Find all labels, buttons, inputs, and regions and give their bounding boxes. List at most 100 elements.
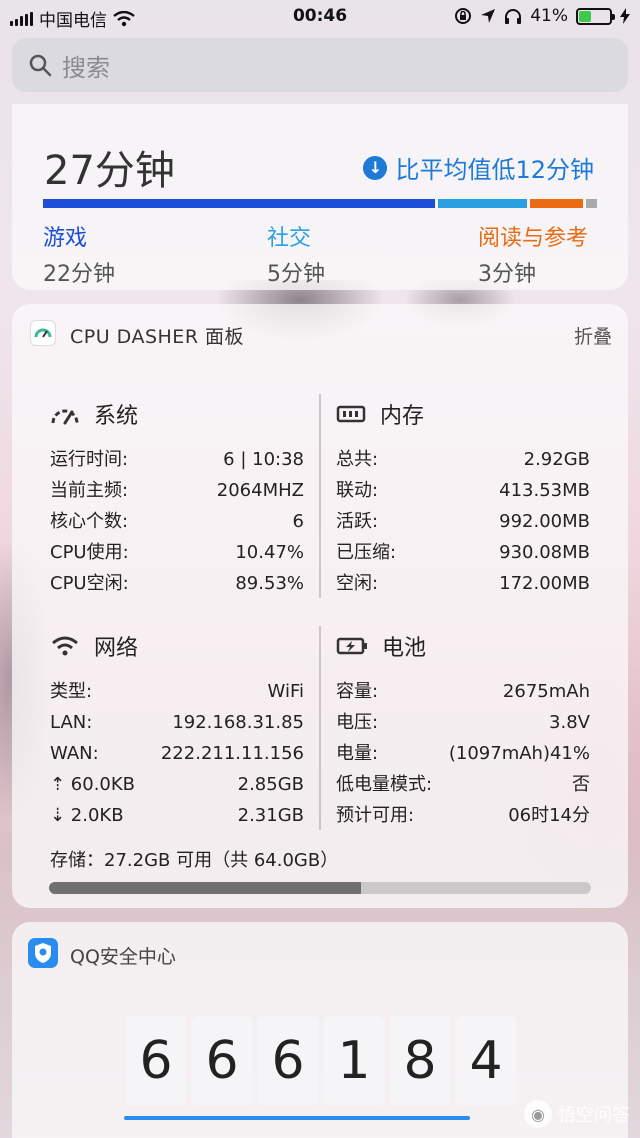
widget-header: CPU DASHER 面板 折叠 [12, 304, 628, 362]
memory-section-title: 内存 [336, 398, 424, 430]
verification-code: 6 6 6 1 8 4 [126, 1016, 516, 1106]
row-value: 2.85GB [237, 774, 304, 795]
row-value: (1097mAh)41% [448, 743, 590, 764]
row-key: 已压缩: [336, 542, 397, 563]
network-row: ⇡ 60.0KB 2.85GB [50, 769, 304, 800]
category-social: 社交 5分钟 [267, 220, 325, 288]
category-value: 22分钟 [43, 262, 115, 287]
watermark: ◉ 悟空问答 [524, 1100, 630, 1128]
battery-row: 电量: (1097mAh)41% [336, 738, 590, 769]
row-value: 89.53% [235, 573, 304, 594]
usage-bar-segment [437, 199, 527, 208]
wifi-icon [52, 636, 78, 656]
storage-used-fill [49, 882, 361, 894]
usage-bar-segment [586, 199, 597, 208]
row-key: ⇡ 60.0KB [50, 774, 136, 795]
row-value: 2.92GB [523, 449, 590, 470]
row-key: CPU空闲: [50, 573, 129, 594]
network-section-title: 网络 [50, 630, 138, 662]
row-key: 运行时间: [50, 449, 129, 470]
collapse-button[interactable]: 折叠 [574, 322, 612, 349]
wukong-logo-icon: ◉ [524, 1100, 552, 1128]
compare-label: 比平均值低12分钟 [395, 156, 594, 184]
row-key: 空闲: [336, 573, 379, 594]
storage-label: 存储：27.2GB 可用（共 64.0GB） [50, 850, 339, 871]
status-right: 41% [454, 6, 630, 26]
row-value: 930.08MB [499, 542, 590, 563]
memory-row: 总共: 2.92GB [336, 444, 590, 475]
row-value: 2.31GB [237, 805, 304, 826]
battery-row: 容量: 2675mAh [336, 676, 590, 707]
battery-list: 容量: 2675mAh 电压: 3.8V 电量: (1097mAh)41% 低电量模式… [336, 676, 590, 831]
row-value: 413.53MB [499, 480, 590, 501]
row-key: 当前主频: [50, 480, 129, 501]
category-games: 游戏 22分钟 [43, 220, 115, 288]
row-key: 电量: [336, 743, 379, 764]
network-row: ⇣ 2.0KB 2.31GB [50, 800, 304, 831]
system-section-title: 系统 [50, 398, 138, 430]
row-value: 06时14分 [508, 805, 590, 826]
screen-time-widget[interactable]: 27分钟 ↓ 比平均值低12分钟 游戏 22分钟 社交 5分钟 阅读与参考 3分… [12, 104, 628, 290]
code-digit: 6 [126, 1016, 186, 1106]
row-key: CPU使用: [50, 542, 129, 563]
network-row: LAN: 192.168.31.85 [50, 707, 304, 738]
row-key: 核心个数: [50, 511, 129, 532]
code-digit: 4 [456, 1016, 516, 1106]
code-digit: 8 [390, 1016, 450, 1106]
rotation-lock-icon [455, 8, 472, 24]
network-row: WAN: 222.211.11.156 [50, 738, 304, 769]
row-key: LAN: [50, 712, 93, 733]
category-name: 社交 [267, 226, 312, 251]
row-value: 6 [292, 511, 304, 532]
watermark-label: 悟空问答 [558, 1105, 630, 1126]
location-icon [481, 9, 496, 23]
row-value: 992.00MB [499, 511, 590, 532]
system-row: CPU空闲: 89.53% [50, 568, 304, 599]
category-reading: 阅读与参考 3分钟 [478, 220, 588, 288]
status-bar: 中国电信 00:46 41% [0, 0, 640, 34]
usage-bar-segment [43, 199, 435, 208]
row-key: 类型: [50, 681, 93, 702]
row-key: 活跃: [336, 511, 379, 532]
battery-section-title: 电池 [336, 630, 426, 662]
category-value: 3分钟 [478, 262, 536, 287]
network-row: 类型: WiFi [50, 676, 304, 707]
section-label: 内存 [380, 404, 425, 429]
memory-chip-icon [336, 405, 366, 423]
column-divider [319, 394, 321, 598]
section-label: 系统 [94, 404, 139, 429]
row-value: 2064MHZ [216, 480, 304, 501]
search-bar[interactable]: 搜索 [12, 38, 628, 92]
section-label: 电池 [382, 636, 427, 661]
row-value: 6 | 10:38 [223, 449, 304, 470]
row-key: 总共: [336, 449, 379, 470]
row-key: 联动: [336, 480, 379, 501]
row-value: 192.168.31.85 [172, 712, 304, 733]
battery-row: 预计可用: 06时14分 [336, 800, 590, 831]
row-key: 容量: [336, 681, 379, 702]
screen-time-compare: ↓ 比平均值低12分钟 [363, 150, 594, 185]
row-value: 3.8V [549, 712, 590, 733]
row-key: 低电量模式: [336, 774, 433, 795]
cpu-dasher-widget: CPU DASHER 面板 折叠 系统 运行时间: 6 | 10:38 当前主频:… [12, 304, 628, 908]
battery-fill [579, 10, 592, 22]
search-icon [29, 54, 52, 77]
battery-row: 电压: 3.8V [336, 707, 590, 738]
headphones-icon [505, 9, 522, 24]
section-label: 网络 [94, 636, 139, 661]
speedometer-icon [51, 409, 79, 425]
usage-bar [43, 199, 597, 208]
system-row: 核心个数: 6 [50, 506, 304, 537]
battery-charging-icon [336, 637, 367, 655]
row-key: WAN: [50, 743, 99, 764]
row-key: 预计可用: [336, 805, 415, 826]
memory-row: 空闲: 172.00MB [336, 568, 590, 599]
code-digit: 1 [324, 1016, 384, 1106]
row-value: 10.47% [235, 542, 304, 563]
usage-bar-segment [529, 199, 584, 208]
system-row: CPU使用: 10.47% [50, 537, 304, 568]
system-list: 运行时间: 6 | 10:38 当前主频: 2064MHZ 核心个数: 6 CPU使用… [50, 444, 304, 599]
row-value: 172.00MB [499, 573, 590, 594]
network-list: 类型: WiFi LAN: 192.168.31.85 WAN: 222.211.11… [50, 676, 304, 831]
widget-title: CPU DASHER 面板 [70, 326, 245, 348]
